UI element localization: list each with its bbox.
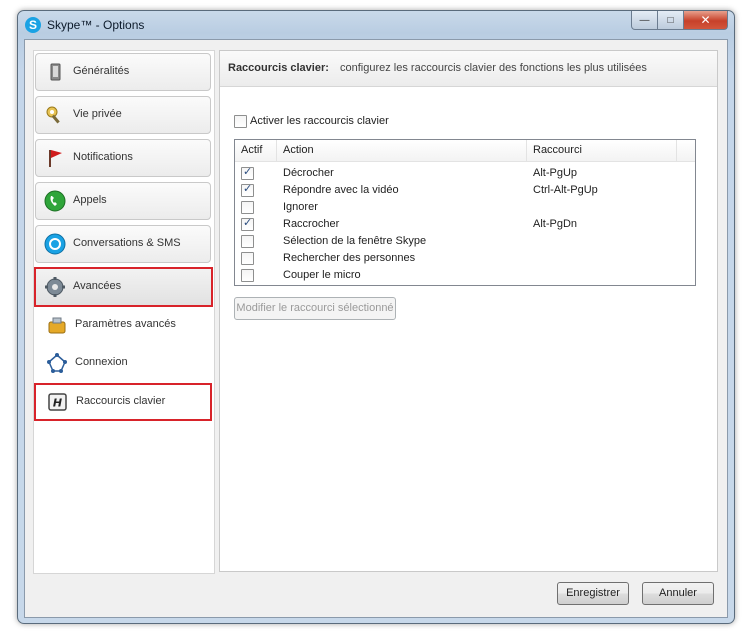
nav-item-label: Vie privée bbox=[73, 108, 122, 120]
modify-shortcut-button[interactable]: Modifier le raccourci sélectionné bbox=[234, 297, 396, 320]
enable-shortcuts-checkbox[interactable] bbox=[234, 115, 247, 128]
minimize-button[interactable]: — bbox=[631, 11, 658, 30]
skype-icon: S bbox=[25, 17, 41, 33]
flag-icon bbox=[49, 150, 62, 167]
maximize-button[interactable]: □ bbox=[658, 11, 684, 30]
nav-item-avancees[interactable]: Avancées bbox=[34, 267, 213, 307]
nav-item-label: Conversations & SMS bbox=[73, 237, 181, 249]
table-row[interactable]: Répondre avec la vidéo Ctrl-Alt-PgUp bbox=[235, 182, 695, 199]
close-button[interactable]: ✕ bbox=[684, 11, 728, 30]
phone-icon bbox=[44, 190, 66, 212]
row-active-checkbox[interactable] bbox=[241, 165, 254, 180]
row-action: Répondre avec la vidéo bbox=[283, 184, 399, 196]
table-row[interactable]: Ignorer bbox=[235, 199, 695, 216]
nav-subitem-label: Paramètres avancés bbox=[75, 318, 176, 330]
nav-subitem-raccourcis-clavier[interactable]: H Raccourcis clavier bbox=[34, 383, 212, 421]
enable-shortcuts-label: Activer les raccourcis clavier bbox=[250, 115, 389, 127]
row-active-checkbox[interactable] bbox=[241, 201, 254, 214]
row-shortcut: Alt-PgUp bbox=[533, 167, 578, 179]
panel-subtitle: configurez les raccourcis clavier des fo… bbox=[340, 62, 647, 74]
table-row[interactable]: Couper le micro bbox=[235, 267, 695, 284]
column-header-raccourci[interactable]: Raccourci bbox=[527, 140, 677, 161]
panel-header: Raccourcis clavier: configurez les racco… bbox=[220, 51, 717, 87]
dialog-client: Généralités Vie privée Notifications App… bbox=[24, 39, 728, 618]
row-action: Ignorer bbox=[283, 201, 318, 213]
options-nav: Généralités Vie privée Notifications App… bbox=[33, 50, 215, 574]
row-action: Raccrocher bbox=[283, 218, 340, 230]
row-action: Décrocher bbox=[283, 167, 334, 179]
nav-item-notifications[interactable]: Notifications bbox=[35, 139, 211, 177]
privacy-icon bbox=[46, 106, 60, 124]
table-row[interactable]: Raccrocher Alt-PgDn bbox=[235, 216, 695, 233]
row-action: Sélection de la fenêtre Skype bbox=[283, 235, 427, 247]
nav-item-appels[interactable]: Appels bbox=[35, 182, 211, 220]
table-header: Actif Action Raccourci bbox=[235, 140, 695, 162]
panel-title: Raccourcis clavier: bbox=[228, 62, 329, 74]
row-active-checkbox[interactable] bbox=[241, 269, 254, 282]
nav-subitem-connexion[interactable]: Connexion bbox=[35, 346, 209, 380]
row-active-checkbox[interactable] bbox=[241, 182, 254, 197]
nav-item-conversations-sms[interactable]: Conversations & SMS bbox=[35, 225, 211, 263]
row-active-checkbox[interactable] bbox=[241, 216, 254, 231]
nav-item-label: Généralités bbox=[73, 65, 130, 77]
nav-item-generalites[interactable]: Généralités bbox=[35, 53, 211, 91]
row-action: Rechercher des personnes bbox=[283, 252, 416, 264]
table-row[interactable]: Décrocher Alt-PgUp bbox=[235, 165, 695, 182]
shortcuts-panel: Raccourcis clavier: configurez les racco… bbox=[219, 50, 718, 572]
nav-item-label: Avancées bbox=[73, 280, 122, 292]
save-button[interactable]: Enregistrer bbox=[557, 582, 629, 605]
cancel-button[interactable]: Annuler bbox=[642, 582, 714, 605]
row-action: Couper le micro bbox=[283, 269, 361, 281]
chat-icon bbox=[44, 233, 66, 255]
column-header-action[interactable]: Action bbox=[277, 140, 527, 161]
window-title: Skype™ - Options bbox=[47, 18, 145, 32]
nav-item-vie-privee[interactable]: Vie privée bbox=[35, 96, 211, 134]
row-active-checkbox[interactable] bbox=[241, 235, 254, 248]
title-bar[interactable]: S Skype™ - Options — □ ✕ bbox=[18, 11, 734, 39]
nav-subitem-label: Connexion bbox=[75, 356, 128, 368]
gear-icon bbox=[45, 277, 65, 297]
options-window: S Skype™ - Options — □ ✕ Généralités Vie… bbox=[17, 10, 735, 624]
svg-text:H: H bbox=[53, 397, 62, 410]
nav-subitem-parametres-avances[interactable]: Paramètres avancés bbox=[35, 308, 209, 342]
row-shortcut: Alt-PgDn bbox=[533, 218, 578, 230]
nav-item-label: Appels bbox=[73, 194, 107, 206]
column-header-actif[interactable]: Actif bbox=[235, 140, 277, 161]
shortcuts-table: Actif Action Raccourci Décrocher Alt-PgUp… bbox=[234, 139, 696, 286]
minimize-icon: — bbox=[639, 14, 650, 26]
row-shortcut: Ctrl-Alt-PgUp bbox=[533, 184, 598, 196]
window-controls: — □ ✕ bbox=[631, 11, 728, 30]
nav-item-label: Notifications bbox=[73, 151, 133, 163]
row-active-checkbox[interactable] bbox=[241, 252, 254, 265]
table-row[interactable]: Sélection de la fenêtre Skype bbox=[235, 233, 695, 250]
keyboard-shortcut-icon: H bbox=[48, 393, 67, 411]
connection-icon bbox=[47, 353, 67, 373]
general-icon bbox=[50, 63, 61, 81]
close-icon: ✕ bbox=[700, 13, 711, 27]
nav-subitem-label: Raccourcis clavier bbox=[76, 395, 166, 407]
advanced-settings-icon bbox=[48, 317, 66, 334]
table-row[interactable]: Rechercher des personnes bbox=[235, 250, 695, 267]
maximize-icon: □ bbox=[667, 14, 674, 26]
